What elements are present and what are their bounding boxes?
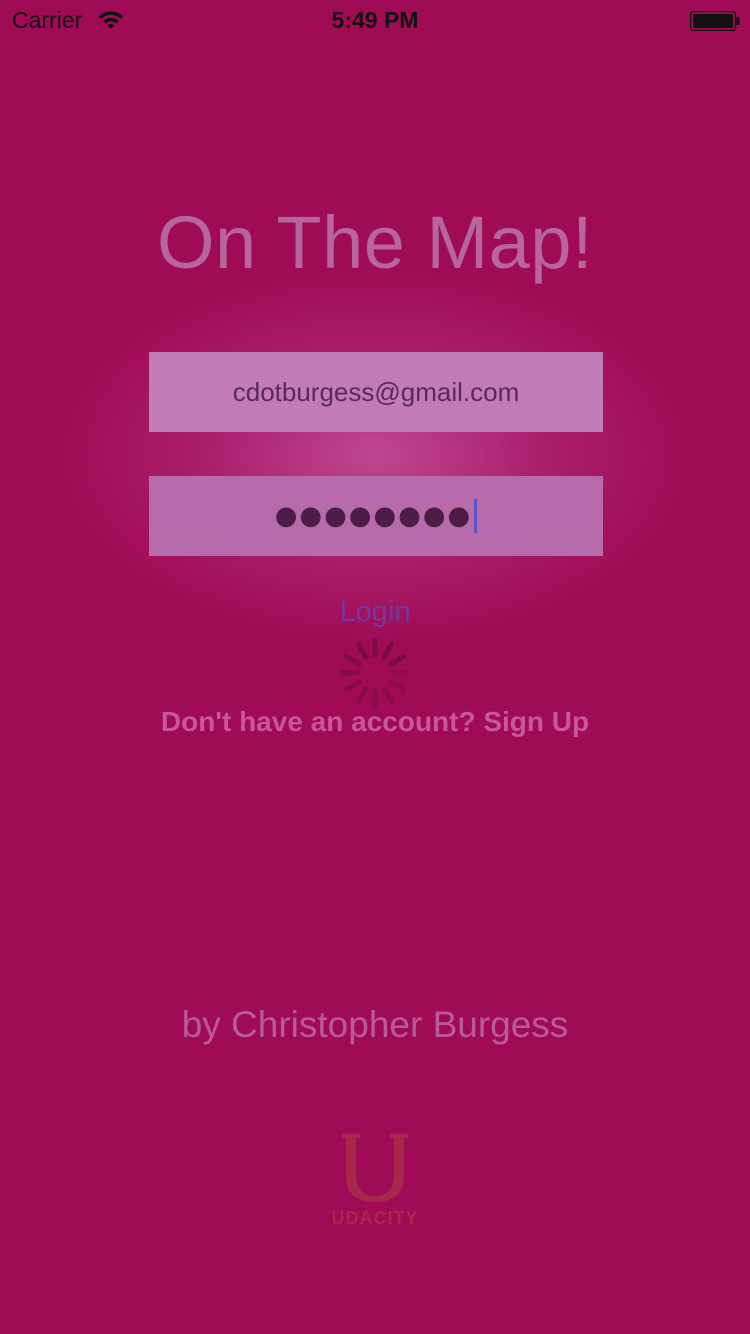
- password-field[interactable]: [149, 476, 603, 556]
- status-time: 5:49 PM: [331, 7, 419, 33]
- login-button[interactable]: Login: [0, 596, 750, 629]
- spinner-spoke: [356, 686, 369, 705]
- spinner-spoke: [343, 654, 362, 667]
- app-title: On The Map!: [156, 201, 594, 284]
- spinner-spoke: [343, 679, 362, 692]
- spinner-spoke: [388, 654, 407, 667]
- field-glow: [60, 270, 690, 640]
- email-field[interactable]: [149, 352, 603, 432]
- spinner-spoke: [356, 641, 369, 660]
- logo-text: UDACITY: [331, 1208, 419, 1228]
- battery-icon: [690, 11, 740, 31]
- login-screen: Carrier 5:49 PM On The Map! ●●●●●●●● Log…: [0, 0, 750, 1334]
- signup-link[interactable]: Don't have an account? Sign Up: [0, 706, 750, 738]
- spinner-spoke: [388, 679, 407, 692]
- loading-spinner-icon: [339, 637, 411, 709]
- spinner-spoke: [381, 641, 394, 660]
- author-credit: by Christopher Burgess: [181, 1004, 569, 1045]
- status-bar: Carrier 5:49 PM: [0, 0, 750, 40]
- spinner-spoke: [381, 686, 394, 705]
- login-button-label: Login: [339, 596, 411, 628]
